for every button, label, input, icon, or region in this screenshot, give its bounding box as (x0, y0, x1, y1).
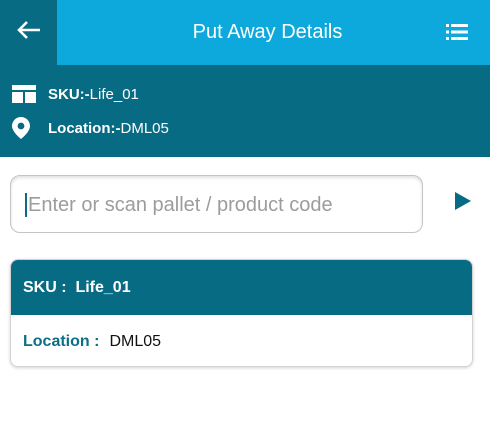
sku-value: Life_01 (89, 85, 139, 103)
card-sku-label: SKU : (23, 278, 67, 296)
table-icon (12, 83, 36, 105)
back-button[interactable] (0, 0, 57, 65)
arrow-left-icon (16, 20, 42, 45)
play-icon (454, 191, 472, 216)
scan-field-container (10, 175, 423, 233)
location-value: DML05 (120, 119, 169, 137)
card-body: Location : DML05 (11, 315, 472, 366)
app-header: Put Away Details (0, 0, 490, 65)
scan-input[interactable] (28, 186, 408, 224)
putaway-card[interactable]: SKU : Life_01 Location : DML05 (10, 259, 473, 367)
sku-info-row: SKU:- Life_01 (12, 83, 139, 105)
text-cursor (25, 193, 27, 217)
card-location-value: DML05 (109, 332, 162, 350)
list-menu-icon (446, 24, 468, 45)
sku-label: SKU:- (48, 85, 90, 103)
menu-button[interactable] (446, 23, 468, 43)
location-label: Location:- (48, 119, 121, 137)
submit-scan-button[interactable] (447, 188, 479, 218)
card-header: SKU : Life_01 (11, 260, 472, 315)
map-pin-icon (12, 117, 36, 139)
card-sku-value: Life_01 (75, 278, 131, 296)
item-info-panel: SKU:- Life_01 Location:- DML05 (0, 65, 490, 157)
location-info-row: Location:- DML05 (12, 117, 169, 139)
page-title: Put Away Details (192, 21, 343, 43)
card-location-label: Location : (23, 332, 100, 350)
